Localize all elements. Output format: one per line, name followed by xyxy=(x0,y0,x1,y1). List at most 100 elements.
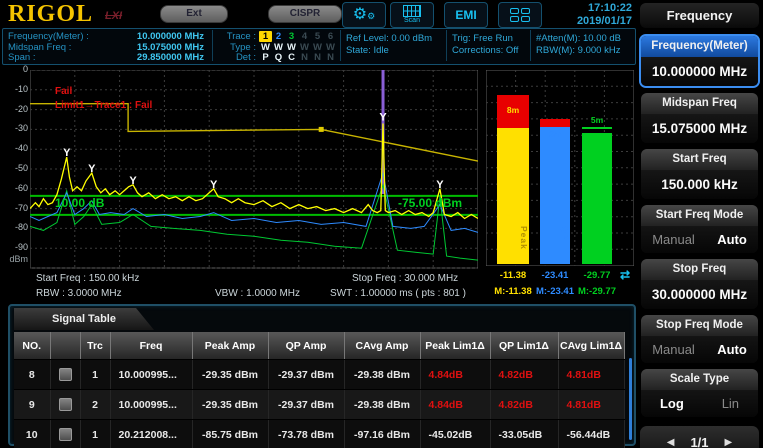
cell-peak: -85.75 dBm xyxy=(192,419,269,448)
ext-button[interactable]: Ext xyxy=(160,5,228,23)
option-lin[interactable]: Lin xyxy=(722,396,739,411)
cell-qp: -29.37 dBm xyxy=(268,359,345,390)
pager-prev-icon[interactable]: ◀ xyxy=(667,437,675,448)
emi-mode-button[interactable]: EMI xyxy=(444,2,488,28)
row-checkbox[interactable] xyxy=(58,368,72,381)
option-log[interactable]: Log xyxy=(660,396,684,411)
det-indicator-1: P xyxy=(262,52,269,63)
divider xyxy=(446,30,447,61)
cell-trc: 2 xyxy=(80,389,111,420)
cell-no: 9 xyxy=(14,389,51,420)
atten-rbw: #Atten(M): 10.00 dB RBW(M): 9.000 kHz xyxy=(536,33,621,57)
scan-grid-icon xyxy=(403,5,421,17)
type-indicator-3: W xyxy=(287,41,296,53)
softkey-scale-type[interactable]: Scale Type Log Lin xyxy=(640,368,759,418)
cell-trc: 1 xyxy=(80,359,111,390)
divider xyxy=(530,30,531,61)
trace-indicator-4: 4 xyxy=(301,31,308,42)
time: 17:10:22 xyxy=(587,2,632,14)
type-indicator-5: W xyxy=(313,41,322,53)
scan-label: Scan xyxy=(404,17,420,24)
softkey-label: Frequency(Meter) xyxy=(641,36,758,57)
corrections: Corrections: Off xyxy=(452,45,519,56)
bar-max-value: M:-29.77 xyxy=(577,286,616,297)
option-manual[interactable]: Manual xyxy=(652,342,695,357)
cispr-button[interactable]: CISPR xyxy=(268,5,342,23)
bar-value: -11.38 xyxy=(499,270,527,281)
indicator-label: Trace : xyxy=(226,31,256,42)
rigol-logo: RIGOL xyxy=(8,1,94,27)
softkey-stop-freq-mode[interactable]: Stop Freq Mode Manual Auto xyxy=(640,314,759,364)
cell-peak_lim: 4.84dB xyxy=(420,359,491,390)
cell-freq: 20.212008... xyxy=(110,419,193,448)
marker-icon: Y xyxy=(436,179,444,191)
signal-table-tab[interactable]: Signal Table xyxy=(14,308,154,330)
menu-items: Frequency(Meter) 10.000000 MHz Midspan Fre… xyxy=(636,34,763,418)
row-checkbox[interactable] xyxy=(58,398,72,411)
bar-cap-label: 5m xyxy=(590,115,604,125)
column-header: NO. xyxy=(14,332,51,360)
scan-button[interactable]: Scan xyxy=(390,2,434,28)
lxi-logo: LXI xyxy=(105,10,123,22)
softkey-label: Midspan Freq xyxy=(641,93,758,114)
signal-table: NO. Trc Freq Peak Amp QP Amp CAvg Amp Peak Lim… xyxy=(14,332,625,448)
limit-fail-annotation: Limit1→Trace1 : Fail xyxy=(55,100,153,111)
date: 2019/01/17 xyxy=(576,15,632,27)
softkey-start-freq[interactable]: Start Freq 150.000 kHz xyxy=(640,148,759,200)
pager-page-label: 1/1 xyxy=(690,434,709,448)
column-header: Trc xyxy=(80,332,111,360)
info-label: Span : xyxy=(8,52,36,63)
indicator-label: Type : xyxy=(230,41,256,53)
bar-cap-label: 8m xyxy=(506,105,520,115)
cell-chk xyxy=(50,419,81,448)
option-auto[interactable]: Auto xyxy=(717,342,747,357)
table-row[interactable]: 8 1 10.000995... -29.35 dBm -29.37 dBm -29.38… xyxy=(14,359,625,390)
ref-level: Ref Level: 0.00 dBm xyxy=(346,33,433,44)
cell-cavg: -29.38 dBm xyxy=(344,359,421,390)
marker-icon: Y xyxy=(379,111,387,123)
bar-name-label: CAvg xyxy=(602,226,612,252)
rbw-m: RBW(M): 9.000 kHz xyxy=(536,45,621,56)
split-window-icon xyxy=(510,8,530,22)
cell-qp: -73.78 dBm xyxy=(268,419,345,448)
trig: Trig: Free Run xyxy=(452,33,513,44)
softkey-value: 15.075000 MHz xyxy=(641,114,758,143)
bar-qp xyxy=(540,127,570,264)
settings-button[interactable]: ⚙⚙ xyxy=(342,2,386,28)
info-value: 15.075000 MHz xyxy=(136,41,204,53)
cell-chk xyxy=(50,389,81,420)
row-checkbox[interactable] xyxy=(58,428,72,441)
softkey-midspan-freq[interactable]: Midspan Freq 15.075000 MHz xyxy=(640,92,759,144)
display-line-label: -75.00 dBm xyxy=(398,196,463,210)
cell-cavg_lim: -56.44dB xyxy=(558,419,625,448)
softkey-stop-freq[interactable]: Stop Freq 30.000000 MHz xyxy=(640,258,759,310)
info-value: 29.850000 MHz xyxy=(136,52,204,63)
option-manual[interactable]: Manual xyxy=(652,232,695,247)
y-tick-label: -70 xyxy=(14,202,28,213)
signal-table-panel: Signal Table NO. Trc Freq Peak Amp QP Amp CAv… xyxy=(8,304,636,448)
det-indicator-5: N xyxy=(314,52,321,63)
bar-max-value: M:-11.38 xyxy=(494,286,532,297)
bar-maxhold-line xyxy=(582,127,612,129)
table-row[interactable]: 9 2 10.000995... -29.35 dBm -29.37 dBm -29.38… xyxy=(14,389,625,420)
bar-max-value: M:-23.41 xyxy=(535,286,574,297)
bar-name-label: QP xyxy=(560,226,570,241)
softkey-frequency-meter-[interactable]: Frequency(Meter) 10.000000 MHz xyxy=(639,34,760,88)
trace-indicator-1: 1 xyxy=(259,31,272,42)
softkey-menu: Frequency Frequency(Meter) 10.000000 MHz M… xyxy=(636,0,763,448)
clock: 17:10:22 2019/01/17 xyxy=(548,2,632,28)
pager-next-icon[interactable]: ▶ xyxy=(725,437,733,448)
table-row[interactable]: 10 1 20.212008... -85.75 dBm -73.78 dBm -97.1… xyxy=(14,419,625,448)
table-scrollbar[interactable] xyxy=(629,358,632,440)
y-tick-label: -50 xyxy=(14,163,28,173)
option-auto[interactable]: Auto xyxy=(717,232,747,247)
window-layout-button[interactable] xyxy=(498,2,542,28)
y-tick-label: -10 xyxy=(14,83,28,94)
y-axis-unit: dBm xyxy=(9,254,28,265)
swap-icon[interactable]: ⇄ xyxy=(616,268,634,282)
info-row: Span : 29.850000 MHz xyxy=(8,52,204,63)
softkey-value: 10.000000 MHz xyxy=(641,57,758,86)
column-header: Peak Lim1Δ xyxy=(420,332,491,360)
softkey-start-freq-mode[interactable]: Start Freq Mode Manual Auto xyxy=(640,204,759,254)
cell-qp: -29.37 dBm xyxy=(268,389,345,420)
